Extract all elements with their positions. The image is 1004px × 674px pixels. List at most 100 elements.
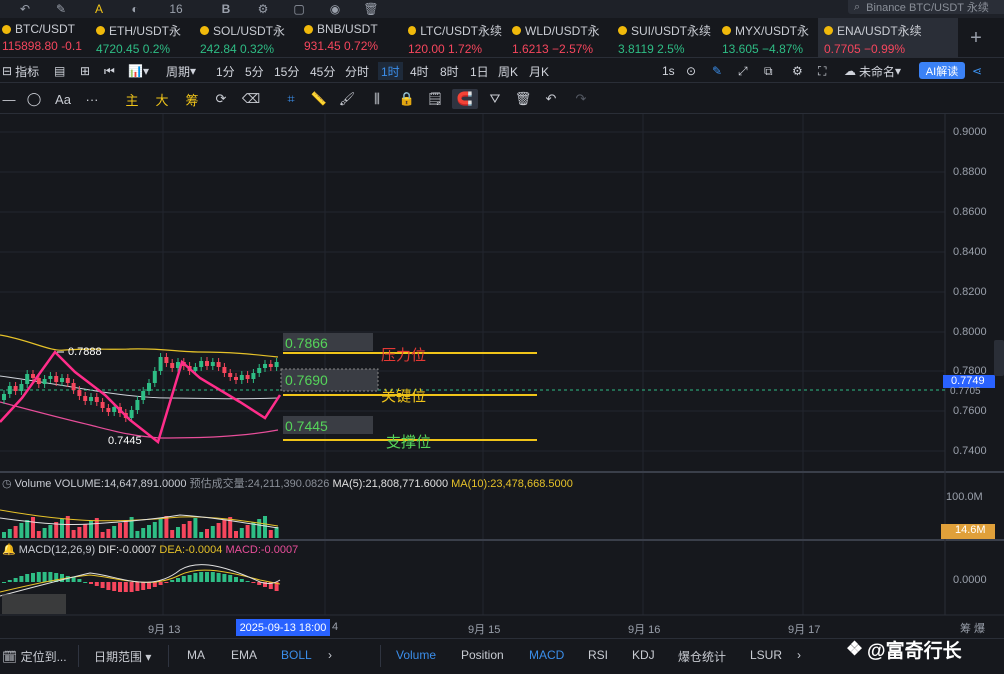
- interval-1m[interactable]: 1分: [216, 62, 235, 80]
- interval-15m[interactable]: 15分: [274, 62, 299, 80]
- expand-icon[interactable]: ⤢: [738, 62, 748, 80]
- ticker-tab-ltc[interactable]: LTC/USDT永续 120.00 1.72%: [408, 18, 502, 58]
- ai-analysis-button[interactable]: AI解读: [919, 62, 965, 79]
- candle-body: [31, 374, 35, 378]
- big-order-button[interactable]: 大: [154, 89, 170, 109]
- text-tool[interactable]: Aa: [52, 89, 74, 109]
- ticker-tab-bnb[interactable]: BNB/USDT 931.45 0.72%: [304, 18, 398, 58]
- ticker-tab-ena[interactable]: ENA/USDT永续 0.7705 −0.99%: [818, 18, 958, 58]
- axis-price-label: 0.8800: [953, 166, 987, 178]
- sync-icon[interactable]: ⟳: [212, 89, 230, 109]
- edit-icon[interactable]: ✎: [712, 62, 722, 80]
- sub-ind-next[interactable]: ›: [797, 648, 801, 662]
- interval-45m[interactable]: 45分: [310, 62, 335, 80]
- interval-1s[interactable]: 1s: [662, 62, 675, 80]
- ticker-tab-sui[interactable]: SUI/USDT永续 3.8119 2.5%: [618, 18, 712, 58]
- layout-name: 未命名: [859, 64, 896, 79]
- candle-tool-icon[interactable]: ⫼: [368, 89, 386, 109]
- sub-ind-rsi[interactable]: RSI: [588, 648, 608, 662]
- text-color-icon[interactable]: A: [88, 0, 110, 18]
- candle-body: [36, 378, 41, 384]
- replay-icon[interactable]: ⏮: [104, 62, 115, 80]
- sub-ind-volume[interactable]: Volume: [396, 648, 436, 662]
- lock-icon[interactable]: ▢: [290, 0, 308, 18]
- more-tools-button[interactable]: ···: [82, 89, 102, 109]
- delete-icon[interactable]: 🗑: [514, 89, 532, 109]
- symbol-search-input[interactable]: ⌕ Binance BTC/USDT 永续: [848, 0, 1004, 14]
- interval-timeline[interactable]: 分时: [345, 62, 369, 80]
- fill-icon[interactable]: ◐: [124, 0, 146, 18]
- interval-4h[interactable]: 4时: [410, 62, 429, 80]
- redo-icon[interactable]: ↷: [572, 89, 590, 109]
- undo-draw-icon[interactable]: ↶: [14, 0, 36, 18]
- magnet-icon[interactable]: 🧲: [452, 89, 478, 109]
- chart-type-icon[interactable]: 📊▾: [128, 62, 149, 80]
- ellipse-tool-icon[interactable]: ◯: [26, 89, 42, 109]
- indicators-button[interactable]: ⊟ 指标: [2, 62, 39, 80]
- coin-icon: [824, 26, 833, 35]
- toggle-icon[interactable]: ◷: [2, 478, 12, 490]
- ruler-icon[interactable]: 📏: [310, 89, 328, 109]
- sub-ind-kdj[interactable]: KDJ: [632, 648, 655, 662]
- eraser-icon[interactable]: ⌫: [242, 89, 260, 109]
- font-size-select[interactable]: 16: [164, 0, 188, 18]
- ticker-tab-myx[interactable]: MYX/USDT永 13.605 −4.87%: [722, 18, 814, 58]
- bell-icon[interactable]: 🔔: [2, 544, 16, 556]
- volume-bar: [100, 532, 105, 538]
- ticker-tab-eth[interactable]: ETH/USDT永 4720.45 0.2%: [96, 18, 192, 58]
- interval-1h[interactable]: 1时: [378, 62, 403, 80]
- main-ind-next[interactable]: ›: [328, 648, 332, 662]
- period-select[interactable]: 周期 ▾: [166, 62, 196, 80]
- add-tab-button[interactable]: +: [960, 18, 992, 58]
- settings-icon[interactable]: ⚙: [792, 62, 803, 80]
- cloud-layout-select[interactable]: ☁ 未命名 ▾: [844, 62, 901, 80]
- pen-color-icon[interactable]: ✎: [50, 0, 72, 18]
- ticker-tab-sol[interactable]: SOL/USDT永 242.84 0.32%: [200, 18, 294, 58]
- fullscreen-icon[interactable]: ⛶: [818, 62, 826, 80]
- interval-5m[interactable]: 5分: [245, 62, 264, 80]
- settings-icon[interactable]: ⚙: [254, 0, 272, 18]
- bold-button[interactable]: B: [218, 0, 234, 18]
- layout-icon[interactable]: ⊞: [80, 62, 90, 80]
- candlestick-chart[interactable]: [0, 114, 1004, 638]
- sub-ind-position[interactable]: Position: [461, 648, 504, 662]
- interval-month[interactable]: 月K: [529, 62, 549, 80]
- date-label: 4: [332, 621, 339, 633]
- select-tool-icon[interactable]: ⌗: [282, 89, 300, 109]
- main-ind-ma[interactable]: MA: [187, 648, 205, 662]
- volume-bar: [77, 527, 82, 538]
- trash-icon[interactable]: 🗑: [362, 0, 380, 18]
- sub-ind-liquidation[interactable]: 爆仓统计: [678, 648, 726, 665]
- interval-1d[interactable]: 1日: [470, 62, 489, 80]
- undo-icon[interactable]: ↶: [542, 89, 560, 109]
- date-range-select[interactable]: 日期范围 ▾: [94, 648, 151, 665]
- chart-area[interactable]: 0.9000 0.8800 0.8600 0.8400 0.8200 0.800…: [0, 114, 1004, 638]
- eye-icon[interactable]: ◉: [326, 0, 344, 18]
- line-tool-icon[interactable]: —: [2, 89, 16, 109]
- ticker-tab-wld[interactable]: WLD/USDT永 1.6213 −2.57%: [512, 18, 608, 58]
- interval-8h[interactable]: 8时: [440, 62, 459, 80]
- chips-button[interactable]: 筹: [184, 89, 200, 109]
- main-ind-ema[interactable]: EMA: [231, 648, 257, 662]
- camera-icon[interactable]: ⊙: [686, 62, 696, 80]
- candle-body: [222, 367, 227, 373]
- macd-bar: [245, 581, 250, 582]
- candle-body: [2, 394, 6, 400]
- interval-week[interactable]: 周K: [498, 62, 518, 80]
- locate-button[interactable]: 🗓 定位到...: [2, 648, 67, 665]
- lock-icon[interactable]: 🔒: [398, 89, 416, 109]
- ticker-tab-btc[interactable]: BTC/USDT 115898.80 -0.1: [2, 18, 88, 58]
- share-window-icon[interactable]: ⧉: [764, 62, 773, 80]
- brush-icon[interactable]: 🖌: [338, 89, 356, 109]
- filter-icon[interactable]: ⛛: [486, 89, 504, 109]
- main-ind-boll[interactable]: BOLL: [281, 648, 312, 662]
- sub-ind-lsur[interactable]: LSUR: [750, 648, 782, 662]
- axis-scroll-handle[interactable]: [994, 340, 1004, 376]
- main-force-button[interactable]: 主: [124, 89, 140, 109]
- sub-ind-macd[interactable]: MACD: [529, 648, 564, 662]
- indicators-icon: ⊟: [2, 64, 13, 78]
- share-icon[interactable]: ⋖: [972, 62, 982, 80]
- template-icon[interactable]: ▤: [54, 62, 65, 80]
- note-icon[interactable]: 🗒: [426, 89, 444, 109]
- macd-bar: [106, 582, 111, 590]
